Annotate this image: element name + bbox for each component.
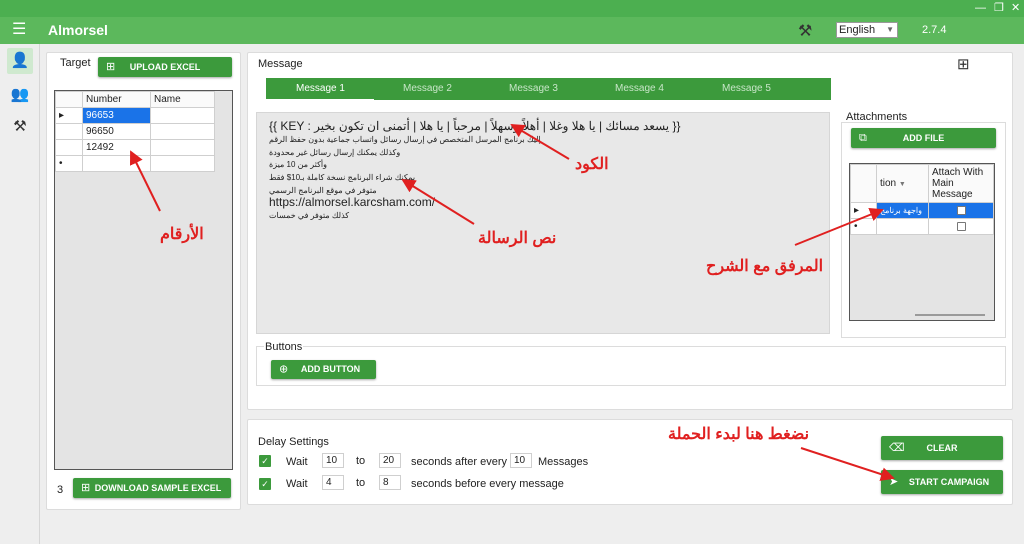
attachment-arrow [794,207,884,246]
message-text-annotation: نص الرسالة [478,230,557,247]
annotation-arrows [130,123,895,481]
attachment-annotation: المرفق مع الشرح [706,258,824,275]
numbers-annotation: الأرقام [160,226,204,243]
start-hint-annotation: نضغط هنا لبدء الحملة [668,426,810,443]
start-hint-arrow [800,447,895,481]
numbers-arrow [130,150,161,212]
message-text-arrow [401,178,475,225]
code-arrow [510,123,570,160]
code-annotation: الكود [575,156,609,173]
